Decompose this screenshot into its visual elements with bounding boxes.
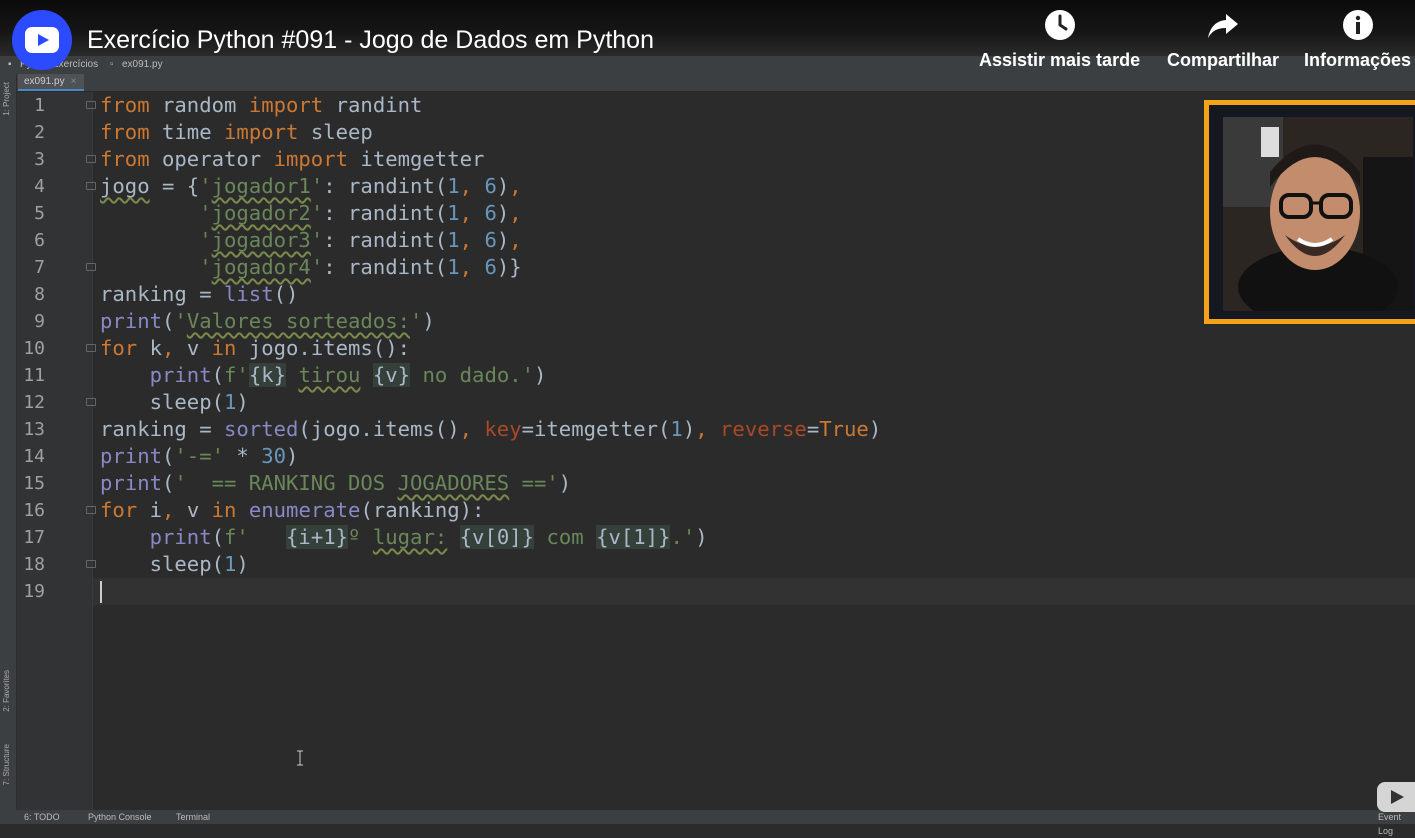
tool-terminal[interactable]: Terminal (176, 810, 210, 824)
code-line[interactable]: for k, v in jogo.items(): (100, 335, 410, 362)
channel-logo[interactable] (12, 10, 72, 70)
youtube-watermark-icon[interactable] (1377, 782, 1415, 812)
video-title[interactable]: Exercício Python #091 - Jogo de Dados em… (87, 26, 654, 55)
line-number: 1 (34, 95, 45, 116)
line-number: 9 (34, 311, 45, 332)
code-line[interactable]: from random import randint (100, 92, 422, 119)
code-line[interactable]: print('Valores sorteados:') (100, 308, 435, 335)
code-line[interactable]: sleep(1) (100, 551, 249, 578)
bottom-tool-bar: 6: TODO Python Console Terminal Event Lo… (0, 810, 1415, 836)
line-number: 13 (23, 419, 45, 440)
code-line[interactable]: ranking = list() (100, 281, 298, 308)
presenter-face-image (1223, 117, 1413, 311)
info-button[interactable]: Informações (1304, 8, 1411, 71)
line-number: 18 (23, 554, 45, 575)
tool-favorites[interactable]: 2: Favorites (2, 670, 11, 712)
code-line[interactable]: jogo = {'jogador1': randint(1, 6), (100, 173, 522, 200)
fold-marker-icon[interactable] (85, 342, 96, 352)
code-line[interactable]: for i, v in enumerate(ranking): (100, 497, 484, 524)
code-line[interactable]: print(' == RANKING DOS JOGADORES ==') (100, 470, 571, 497)
info-icon (1342, 10, 1373, 40)
fold-marker-icon[interactable] (85, 180, 96, 190)
share-icon (1208, 14, 1239, 38)
code-line[interactable]: 'jogador3': randint(1, 6), (100, 227, 521, 254)
code-line[interactable]: print(f' {i+1}º lugar: {v[0]} com {v[1]}… (100, 524, 708, 551)
line-number: 12 (23, 392, 45, 413)
editor-tab-bar: ex091.py × (0, 74, 1415, 92)
code-line[interactable]: print(f'{k} tirou {v} no dado.') (100, 362, 546, 389)
breadcrumb-item-file[interactable]: ex091.py (122, 56, 163, 74)
share-button[interactable]: Compartilhar (1167, 8, 1279, 71)
watch-later-label: Assistir mais tarde (979, 50, 1141, 70)
code-line[interactable]: sleep(1) (100, 389, 249, 416)
current-line-highlight (93, 578, 1415, 605)
tab-filename: ex091.py (24, 76, 65, 87)
line-number: 11 (23, 365, 45, 386)
presenter-video (1223, 117, 1413, 311)
code-line[interactable]: 'jogador2': randint(1, 6), (100, 200, 521, 227)
line-number: 19 (23, 581, 45, 602)
code-line[interactable]: 'jogador4': randint(1, 6)} (100, 254, 521, 281)
line-number: 4 (34, 176, 45, 197)
share-label: Compartilhar (1167, 50, 1280, 70)
text-caret (100, 581, 102, 603)
fold-marker-icon[interactable] (85, 99, 96, 109)
line-number: 16 (23, 500, 45, 521)
fold-marker-icon[interactable] (85, 153, 96, 163)
fold-marker-icon[interactable] (85, 261, 96, 271)
python-file-icon: ▫ (110, 59, 114, 70)
line-number: 14 (23, 446, 45, 467)
tab-ex091[interactable]: ex091.py × (18, 74, 85, 91)
fold-marker-icon[interactable] (85, 558, 96, 568)
line-number: 8 (34, 284, 45, 305)
event-log[interactable]: Event Log (1378, 810, 1415, 838)
webcam-overlay (1204, 100, 1415, 324)
folder-icon: ▪ (8, 59, 12, 70)
play-logo-icon (25, 27, 59, 53)
fold-marker-icon[interactable] (85, 504, 96, 514)
watch-later-button[interactable]: Assistir mais tarde (979, 8, 1140, 71)
line-number: 6 (34, 230, 45, 251)
mouse-ibeam-cursor-icon (297, 750, 303, 766)
code-line[interactable]: ranking = sorted(jogo.items(), key=itemg… (100, 416, 881, 443)
tool-todo[interactable]: 6: TODO (24, 810, 60, 824)
line-number: 10 (23, 338, 45, 359)
line-number: 3 (34, 149, 45, 170)
line-number: 5 (34, 203, 45, 224)
line-number: 17 (23, 527, 45, 548)
tool-python-console[interactable]: Python Console (88, 810, 152, 824)
line-number: 15 (23, 473, 45, 494)
close-tab-icon[interactable]: × (71, 76, 77, 87)
line-number: 7 (34, 257, 45, 278)
code-line[interactable]: from operator import itemgetter (100, 146, 484, 173)
tool-project[interactable]: 1: Project (2, 82, 11, 116)
clock-icon (1044, 10, 1075, 40)
tool-window-strip: 1: Project 2: Favorites 7: Structure (0, 74, 17, 810)
line-number: 2 (34, 122, 45, 143)
code-line[interactable]: from time import sleep (100, 119, 373, 146)
fold-marker-icon[interactable] (85, 396, 96, 406)
tool-structure[interactable]: 7: Structure (2, 744, 11, 785)
info-label: Informações (1304, 50, 1412, 70)
code-line[interactable]: print('-=' * 30) (100, 443, 298, 470)
